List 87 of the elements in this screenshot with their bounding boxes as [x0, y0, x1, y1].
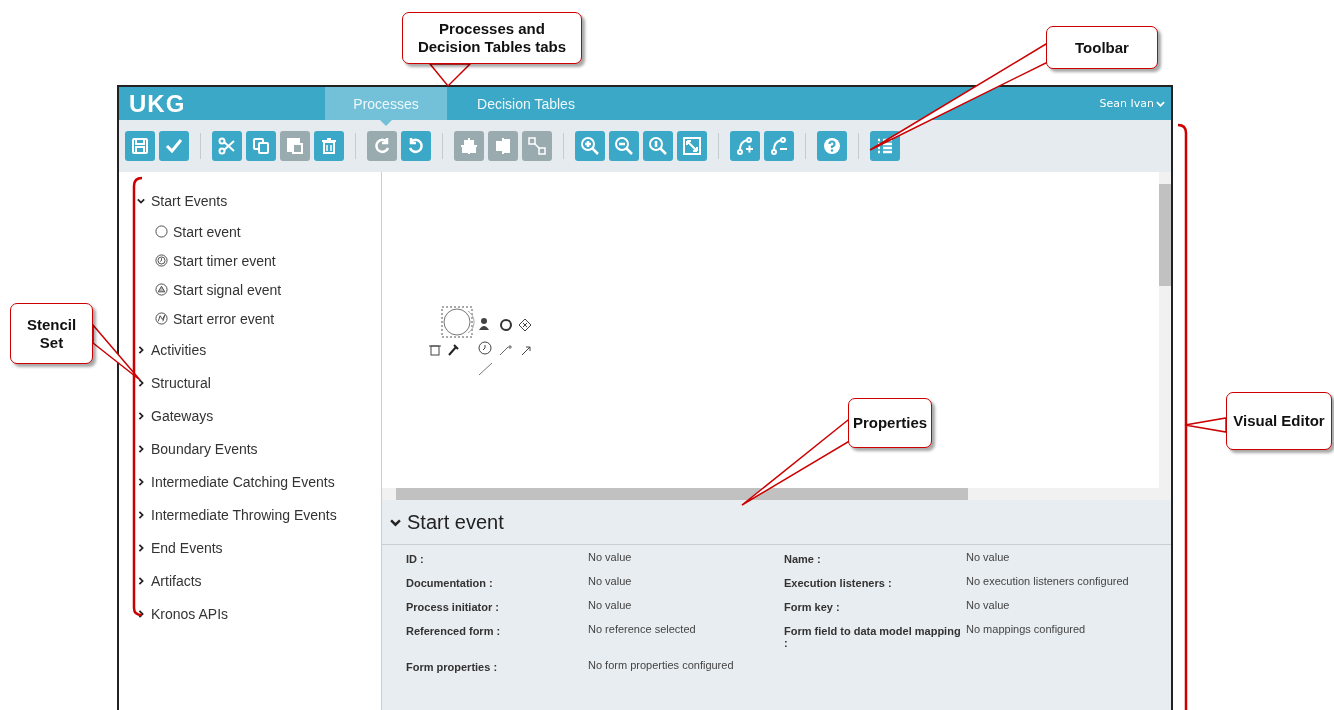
- stencil-item[interactable]: Start event: [137, 217, 381, 246]
- error-event-icon: [155, 312, 168, 325]
- callout: Properties: [848, 398, 932, 448]
- callout: Stencil Set: [10, 303, 93, 364]
- property-value[interactable]: No form properties configured: [588, 659, 784, 673]
- property-label: Referenced form :: [406, 624, 502, 639]
- resize-icon: [527, 136, 547, 156]
- zoom-out-button[interactable]: [609, 131, 639, 161]
- property-value[interactable]: No mappings configured: [966, 623, 1171, 649]
- cut-button[interactable]: [212, 131, 242, 161]
- copy-button[interactable]: [246, 131, 276, 161]
- stencil-group[interactable]: Kronos APIs: [137, 597, 381, 630]
- align-horizontal-icon: [459, 136, 479, 156]
- stencil-group[interactable]: Start Events: [137, 184, 381, 217]
- save-button[interactable]: [125, 131, 155, 161]
- help-button[interactable]: [817, 131, 847, 161]
- add-bendpoint-icon: [735, 136, 755, 156]
- chevron-right-icon: [137, 345, 145, 354]
- zoom-in-icon: [580, 136, 600, 156]
- remove-bendpoint-icon: [769, 136, 789, 156]
- plain-event-icon: [155, 225, 168, 238]
- stencil-group[interactable]: End Events: [137, 531, 381, 564]
- property-value[interactable]: No reference selected: [588, 623, 784, 649]
- property-label: Form key :: [784, 600, 841, 613]
- stencil-group[interactable]: Intermediate Throwing Events: [137, 498, 381, 531]
- chevron-down-icon: [137, 196, 145, 205]
- logo: UKG: [128, 88, 187, 119]
- property-value[interactable]: No value: [966, 551, 1171, 565]
- property-label: Documentation :: [406, 576, 494, 589]
- horizontal-scrollbar[interactable]: [382, 488, 1171, 500]
- property-label: Name :: [784, 552, 822, 565]
- property-value[interactable]: No value: [588, 551, 784, 565]
- stencil-group[interactable]: Artifacts: [137, 564, 381, 597]
- property-value[interactable]: No value: [588, 599, 784, 613]
- stencil-item[interactable]: Start signal event: [137, 275, 381, 304]
- caret-icon: [1156, 100, 1165, 107]
- undo-icon: [406, 136, 426, 156]
- vertical-scrollbar[interactable]: [1159, 172, 1171, 488]
- chevron-right-icon: [137, 543, 145, 552]
- stencil-item[interactable]: Start timer event: [137, 246, 381, 275]
- callout: Visual Editor: [1226, 392, 1332, 450]
- property-label: ID :: [406, 552, 425, 565]
- callout-pointer: [1184, 417, 1227, 433]
- chevron-right-icon: [137, 444, 145, 453]
- timer-event-icon: [155, 254, 168, 267]
- delete-button[interactable]: [314, 131, 344, 161]
- property-value[interactable]: No value: [588, 575, 784, 589]
- chevron-right-icon: [137, 510, 145, 519]
- stencil-item[interactable]: Start error event: [137, 304, 381, 333]
- chevron-right-icon: [137, 576, 145, 585]
- zoom-out-icon: [614, 136, 634, 156]
- chevron-right-icon: [137, 609, 145, 618]
- chevron-right-icon: [137, 477, 145, 486]
- remove-bendpoint-button[interactable]: [764, 131, 794, 161]
- zoom-in-button[interactable]: [575, 131, 605, 161]
- trash-icon: [319, 136, 339, 156]
- help-icon: [822, 136, 842, 156]
- stencil-group[interactable]: Gateways: [137, 399, 381, 432]
- property-label: Process initiator :: [406, 600, 500, 613]
- properties-header[interactable]: Start event: [382, 500, 1171, 545]
- callout-pointer: [428, 63, 472, 88]
- validate-button[interactable]: [159, 131, 189, 161]
- property-label: Form field to data model mapping :: [784, 624, 962, 649]
- property-value[interactable]: No execution listeners configured: [966, 575, 1171, 589]
- stencil-group[interactable]: Intermediate Catching Events: [137, 465, 381, 498]
- property-value[interactable]: No value: [966, 599, 1171, 613]
- stencil-group[interactable]: Activities: [137, 333, 381, 366]
- list-icon: [875, 136, 895, 156]
- add-bendpoint-button[interactable]: [730, 131, 760, 161]
- paste-icon: [285, 136, 305, 156]
- callout: Toolbar: [1046, 26, 1158, 69]
- checkmark-icon: [164, 136, 184, 156]
- property-label: Execution listeners :: [784, 576, 893, 589]
- callout-pointer: [92, 322, 141, 381]
- zoom-fit-button[interactable]: [677, 131, 707, 161]
- property-label: Form properties :: [406, 660, 499, 673]
- zoom-actual-icon: [648, 136, 668, 156]
- stencil-group[interactable]: Boundary Events: [137, 432, 381, 465]
- copy-icon: [251, 136, 271, 156]
- chevron-right-icon: [137, 411, 145, 420]
- scissors-icon: [217, 136, 237, 156]
- redo-icon: [372, 136, 392, 156]
- undo-button[interactable]: [401, 131, 431, 161]
- fit-screen-icon: [682, 136, 702, 156]
- zoom-actual-button[interactable]: [643, 131, 673, 161]
- align-vertical-icon: [493, 136, 513, 156]
- signal-event-icon: [155, 283, 168, 296]
